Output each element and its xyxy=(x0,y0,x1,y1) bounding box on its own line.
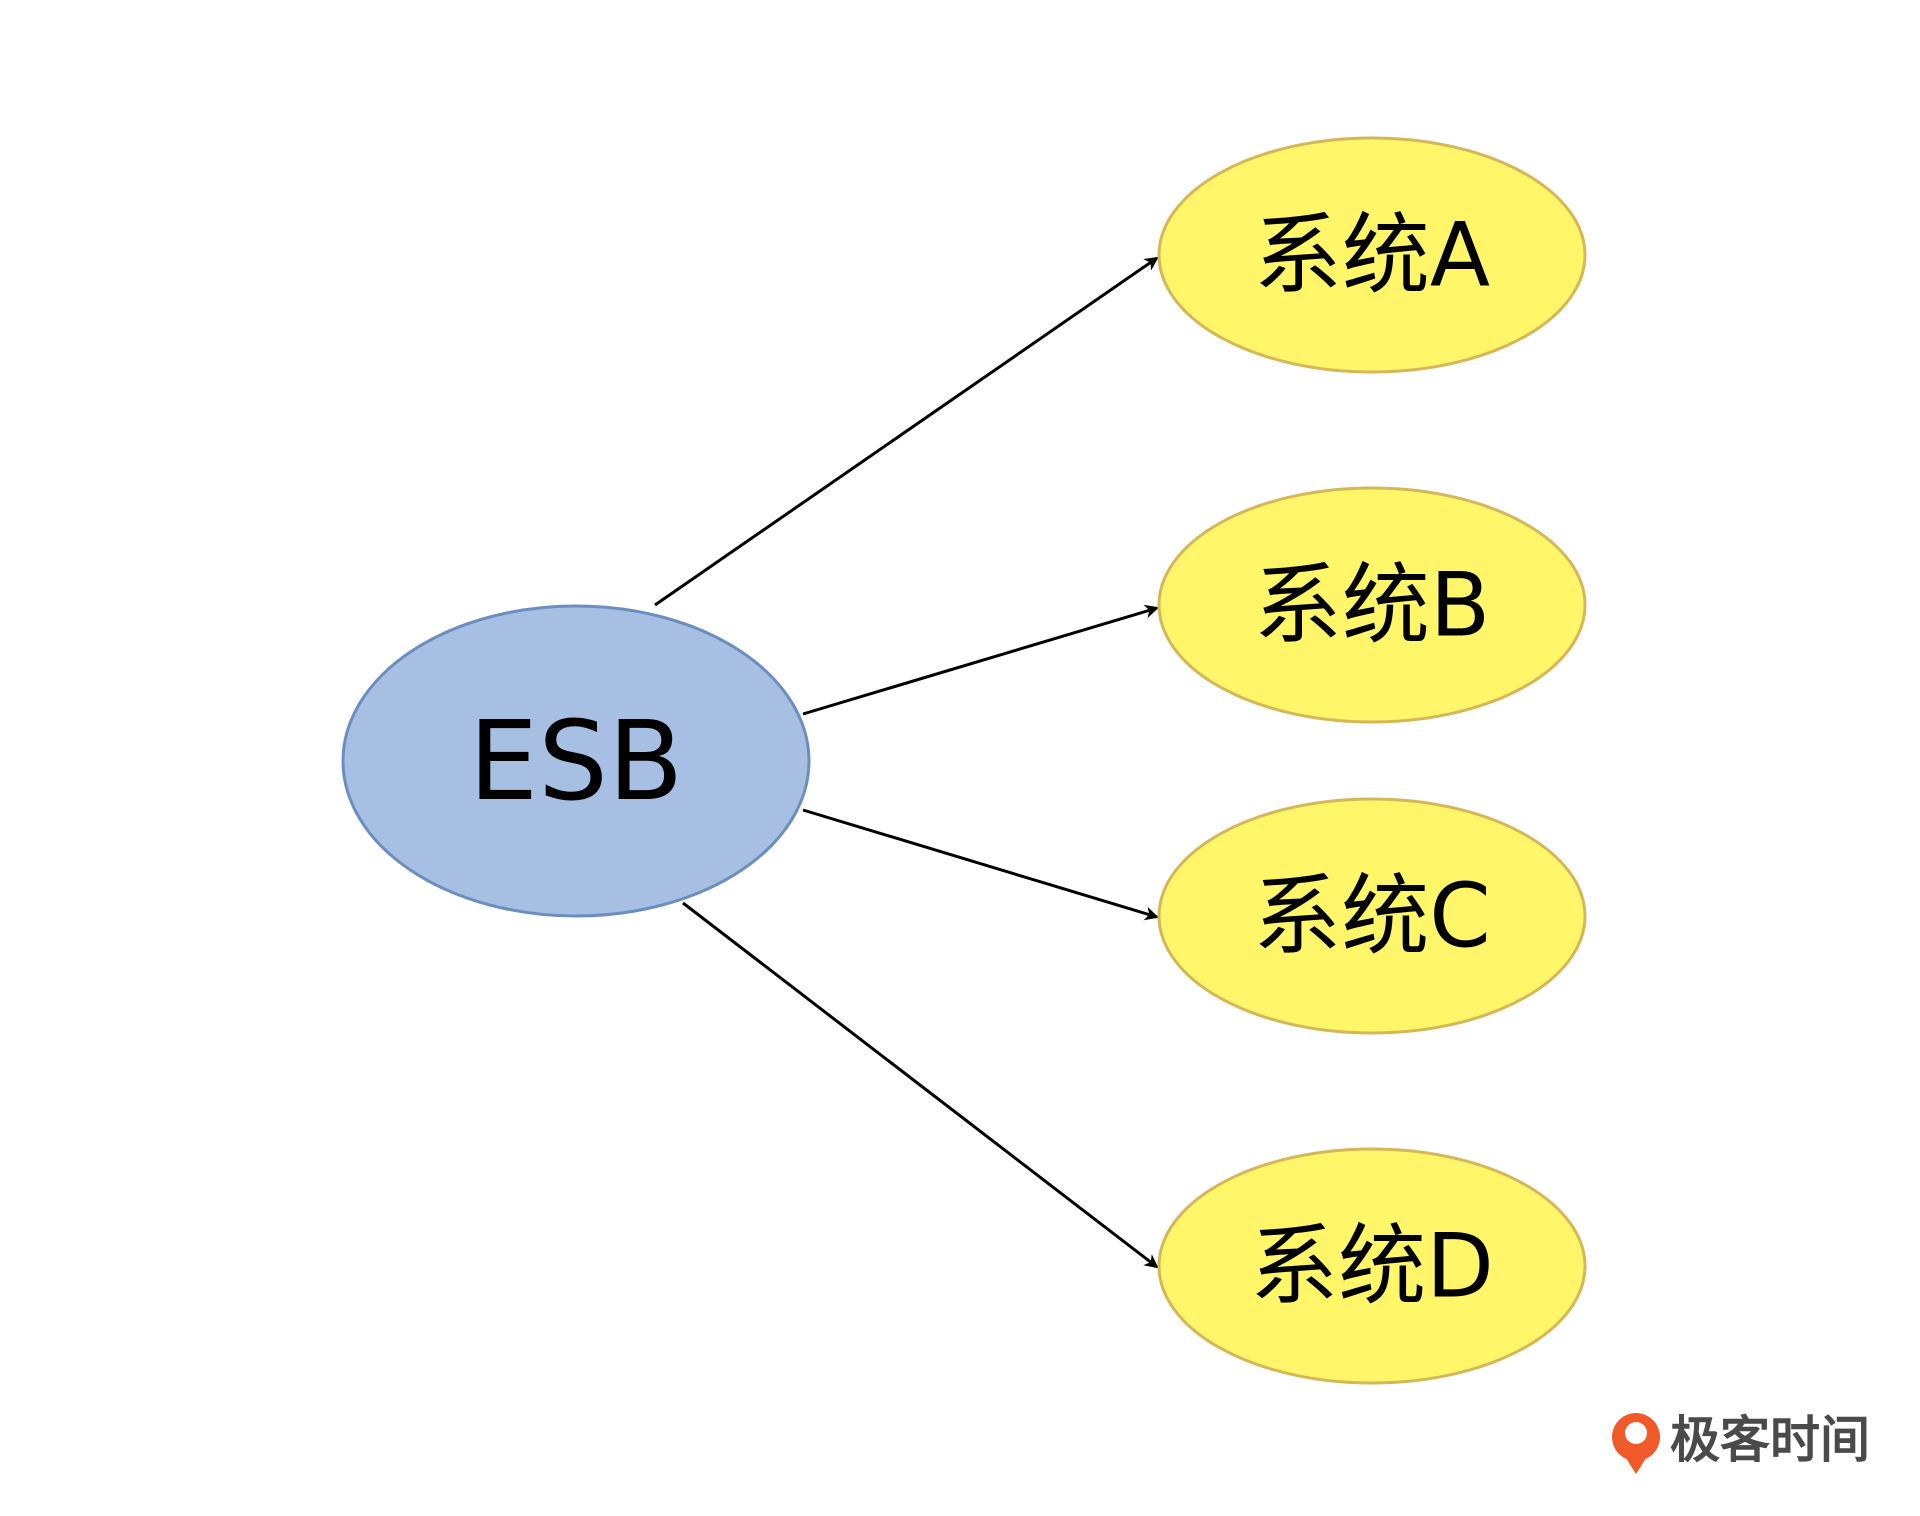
esb-node: ESB xyxy=(341,604,811,918)
geektime-watermark: 极客时间 xyxy=(1612,1411,1870,1474)
system-b-label: 系统B xyxy=(1254,554,1490,657)
esb-diagram: ESB 系统A 系统B 系统C 系统D 极客时间 xyxy=(341,136,1870,1474)
system-d-label: 系统D xyxy=(1250,1215,1494,1318)
system-c-label: 系统C xyxy=(1253,865,1490,968)
edge-esb-to-system-a xyxy=(654,256,1159,607)
esb-label: ESB xyxy=(469,697,684,825)
edge-esb-to-system-b xyxy=(802,604,1159,716)
system-b-node: 系统B xyxy=(1157,486,1587,724)
watermark-text: 极客时间 xyxy=(1670,1411,1870,1469)
system-a-label: 系统A xyxy=(1254,204,1490,307)
edge-esb-to-system-c xyxy=(802,808,1159,921)
system-a-node: 系统A xyxy=(1157,136,1587,374)
geektime-logo-icon xyxy=(1612,1413,1660,1474)
system-c-node: 系统C xyxy=(1157,797,1587,1035)
system-d-node: 系统D xyxy=(1157,1147,1587,1385)
edge-esb-to-system-d xyxy=(682,901,1159,1269)
